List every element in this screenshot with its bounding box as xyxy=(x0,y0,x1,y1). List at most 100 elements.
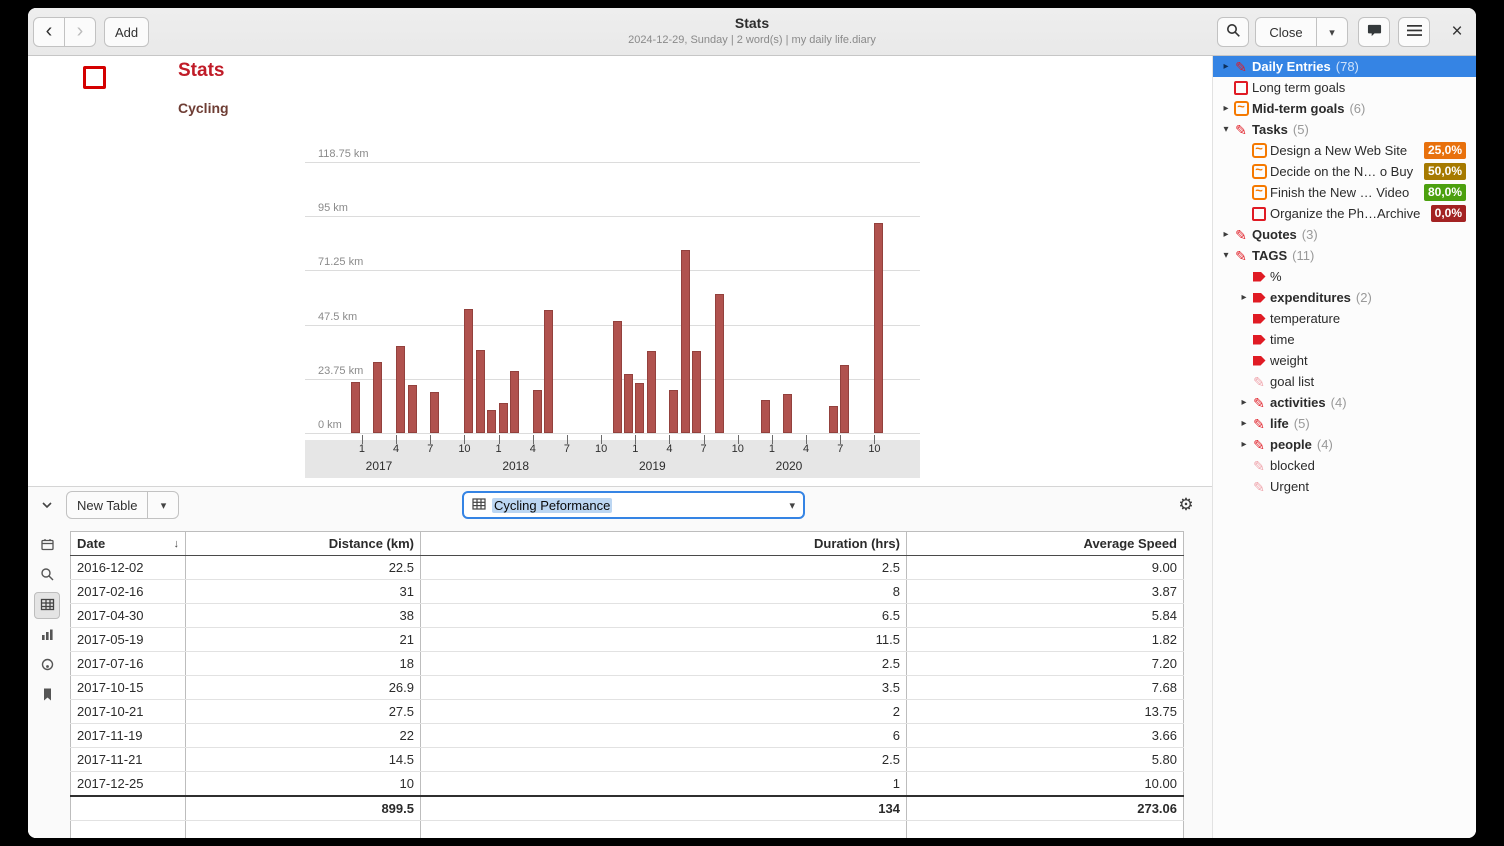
collapse-panel-button[interactable] xyxy=(34,493,60,519)
annotation-button[interactable] xyxy=(1358,17,1390,47)
sidebar-item-organize-the-ph-archive[interactable]: Organize the Ph…Archive0,0% xyxy=(1213,203,1476,224)
cell[interactable]: 2017-05-19 xyxy=(71,628,186,652)
forward-button[interactable]: › xyxy=(64,17,96,47)
window-close-button[interactable]: × xyxy=(1442,17,1472,47)
cell[interactable]: 2017-07-16 xyxy=(71,652,186,676)
sidebar-item-activities[interactable]: ▸✎activities(4) xyxy=(1213,392,1476,413)
palette-rail-button[interactable] xyxy=(34,652,60,679)
cell[interactable]: 11.5 xyxy=(421,628,907,652)
cell[interactable]: 2 xyxy=(421,700,907,724)
back-button[interactable]: ‹ xyxy=(33,17,65,47)
sidebar-item-weight[interactable]: weight xyxy=(1213,350,1476,371)
cell[interactable]: 27.5 xyxy=(186,700,421,724)
cell[interactable]: 2017-04-30 xyxy=(71,604,186,628)
cell[interactable]: 6.5 xyxy=(421,604,907,628)
expander-icon[interactable]: ▸ xyxy=(1219,229,1233,240)
expander-icon[interactable]: ▾ xyxy=(1219,124,1233,135)
sidebar-item-time[interactable]: time xyxy=(1213,329,1476,350)
column-header-average-speed[interactable]: Average Speed xyxy=(907,532,1184,556)
chart: 147101471014710147102017201820192020 0 k… xyxy=(305,162,920,478)
sidebar-item-blocked[interactable]: ✎blocked xyxy=(1213,455,1476,476)
close-entry-button[interactable]: Close xyxy=(1255,17,1317,47)
nav-button-group: ‹ › xyxy=(33,17,96,47)
new-table-dropdown-button[interactable]: ▾ xyxy=(147,491,179,519)
cell[interactable]: 14.5 xyxy=(186,748,421,772)
sidebar-item-mid-term-goals[interactable]: ▸~Mid-term goals(6) xyxy=(1213,98,1476,119)
cell[interactable]: 10 xyxy=(186,772,421,797)
cell[interactable]: 21 xyxy=(186,628,421,652)
calendar-rail-button[interactable] xyxy=(34,532,60,559)
cell[interactable]: 13.75 xyxy=(907,700,1184,724)
cell[interactable]: 6 xyxy=(421,724,907,748)
sidebar-item-daily-entries[interactable]: ▸✎Daily Entries(78) xyxy=(1213,56,1476,77)
expander-icon[interactable]: ▾ xyxy=(1219,250,1233,261)
expander-icon[interactable]: ▸ xyxy=(1237,418,1251,429)
expander-icon[interactable]: ▸ xyxy=(1219,103,1233,114)
sidebar-item-quotes[interactable]: ▸✎Quotes(3) xyxy=(1213,224,1476,245)
cell[interactable]: 2017-11-21 xyxy=(71,748,186,772)
sidebar-item-design-a-new-web-site[interactable]: ~Design a New Web Site25,0% xyxy=(1213,140,1476,161)
sidebar-item-label: temperature xyxy=(1270,311,1340,326)
sidebar-item-expenditures[interactable]: ▸expenditures(2) xyxy=(1213,287,1476,308)
sidebar-item-urgent[interactable]: ✎Urgent xyxy=(1213,476,1476,497)
table-settings-button[interactable]: ⚙ xyxy=(1172,491,1200,519)
search-button[interactable] xyxy=(1217,17,1249,47)
cell[interactable]: 22.5 xyxy=(186,556,421,580)
cell[interactable]: 2.5 xyxy=(421,556,907,580)
cell[interactable]: 3.66 xyxy=(907,724,1184,748)
sidebar-item-finish-the-new-video[interactable]: ~Finish the New … Video80,0% xyxy=(1213,182,1476,203)
expander-icon[interactable]: ▸ xyxy=(1237,439,1251,450)
add-button[interactable]: Add xyxy=(104,17,149,47)
chevron-down-icon xyxy=(40,498,54,515)
expander-icon[interactable]: ▸ xyxy=(1237,397,1251,408)
table-selector-combo[interactable]: Cycling Peformance ▾ xyxy=(462,491,805,519)
main-menu-button[interactable] xyxy=(1398,17,1430,47)
table-rail-button[interactable] xyxy=(34,592,60,619)
cell[interactable]: 7.68 xyxy=(907,676,1184,700)
sidebar-item-life[interactable]: ▸✎life(5) xyxy=(1213,413,1476,434)
cell[interactable]: 38 xyxy=(186,604,421,628)
cell[interactable]: 5.84 xyxy=(907,604,1184,628)
cell[interactable]: 26.9 xyxy=(186,676,421,700)
close-dropdown-button[interactable]: ▾ xyxy=(1316,17,1348,47)
cell[interactable]: 2017-11-19 xyxy=(71,724,186,748)
cell[interactable]: 10.00 xyxy=(907,772,1184,797)
cell[interactable]: 2017-10-15 xyxy=(71,676,186,700)
cell[interactable]: 2016-12-02 xyxy=(71,556,186,580)
cell[interactable]: 22 xyxy=(186,724,421,748)
bookmark-rail-button[interactable] xyxy=(34,682,60,709)
sidebar-item-goal-list[interactable]: ✎goal list xyxy=(1213,371,1476,392)
sidebar-item-temperature[interactable]: temperature xyxy=(1213,308,1476,329)
cell[interactable]: 5.80 xyxy=(907,748,1184,772)
cell[interactable]: 2017-12-25 xyxy=(71,772,186,797)
expander-icon[interactable]: ▸ xyxy=(1237,292,1251,303)
new-table-button[interactable]: New Table xyxy=(66,491,148,519)
column-header-date[interactable]: Date↓ xyxy=(71,532,186,556)
cell[interactable]: 1 xyxy=(421,772,907,797)
sidebar-item-label: goal list xyxy=(1270,374,1314,389)
sidebar-item-tasks[interactable]: ▾✎Tasks(5) xyxy=(1213,119,1476,140)
cell[interactable]: 2017-10-21 xyxy=(71,700,186,724)
column-header-duration-hrs[interactable]: Duration (hrs) xyxy=(421,532,907,556)
sidebar-item-item[interactable]: % xyxy=(1213,266,1476,287)
expander-icon[interactable]: ▸ xyxy=(1219,61,1233,72)
cell[interactable]: 2.5 xyxy=(421,748,907,772)
totals-cell: 899.5 xyxy=(186,796,421,821)
cell[interactable]: 3.5 xyxy=(421,676,907,700)
column-header-distance-km[interactable]: Distance (km) xyxy=(186,532,421,556)
chart-rail-button[interactable] xyxy=(34,622,60,649)
cell[interactable]: 9.00 xyxy=(907,556,1184,580)
sidebar-item-people[interactable]: ▸✎people(4) xyxy=(1213,434,1476,455)
cell[interactable]: 8 xyxy=(421,580,907,604)
cell[interactable]: 3.87 xyxy=(907,580,1184,604)
cell[interactable]: 2.5 xyxy=(421,652,907,676)
sidebar-item-tags[interactable]: ▾✎TAGS(11) xyxy=(1213,245,1476,266)
cell[interactable]: 7.20 xyxy=(907,652,1184,676)
cell[interactable]: 31 xyxy=(186,580,421,604)
sidebar-item-long-term-goals[interactable]: Long term goals xyxy=(1213,77,1476,98)
cell[interactable]: 2017-02-16 xyxy=(71,580,186,604)
sidebar-item-decide-on-the-n-o-buy[interactable]: ~Decide on the N… o Buy50,0% xyxy=(1213,161,1476,182)
search-rail-button[interactable] xyxy=(34,562,60,589)
cell[interactable]: 18 xyxy=(186,652,421,676)
cell[interactable]: 1.82 xyxy=(907,628,1184,652)
